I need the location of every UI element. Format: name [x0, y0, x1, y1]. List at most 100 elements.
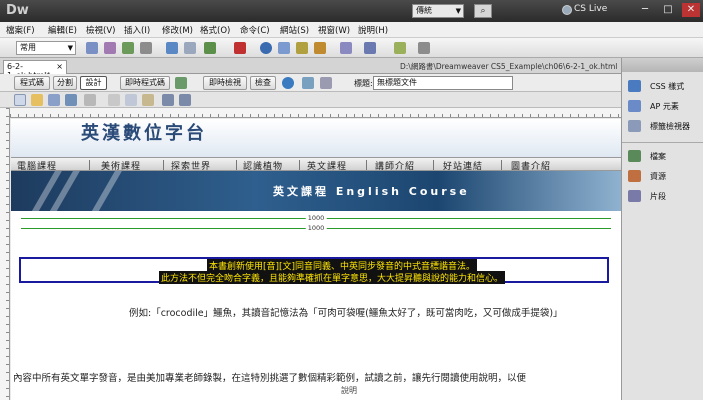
chevron-down-icon: ▼	[67, 44, 73, 52]
right-panel-dock: CSS 樣式 AP 元素 標籤檢視器 檔案 資源 片段	[621, 58, 703, 400]
design-canvas[interactable]: 英漢數位字台 電腦課程 美術課程 探索世界 認識植物 英文課程 講師介紹 好站連…	[11, 119, 621, 400]
save-all-icon[interactable]	[65, 94, 77, 106]
panel-label: 資源	[650, 172, 666, 181]
browser-preview-icon[interactable]	[282, 77, 294, 89]
server-side-include-icon[interactable]	[278, 42, 290, 54]
snippets-icon	[628, 190, 641, 202]
file-management-icon[interactable]	[175, 77, 187, 89]
example-text[interactable]: 例如:「crocodile」鱷魚，其讀音記憶法為「可肉可袋喔(鱷魚太好了，既可當…	[129, 305, 563, 319]
selected-text-block[interactable]: 本書創新使用[音][文]同音同義、中英同步發音的中式音標諧音法。 此方法不但完全…	[19, 257, 609, 284]
menu-help[interactable]: 說明(H)	[358, 24, 388, 36]
body-paragraph[interactable]: 內容中所有英文單字發音，是由美加專業老師錄製，在這特別挑選了數個精彩範例，試讀之…	[13, 370, 526, 384]
panel-assets[interactable]: 資源	[626, 168, 702, 184]
nav-separator	[501, 160, 502, 170]
paste-icon[interactable]	[142, 94, 154, 106]
menu-edit[interactable]: 編輯(E)	[48, 24, 77, 36]
split-view-button[interactable]: 分割	[53, 76, 77, 90]
panel-label: CSS 樣式	[650, 82, 685, 91]
email-link-icon[interactable]	[104, 42, 116, 54]
script-icon[interactable]	[340, 42, 352, 54]
title-input[interactable]: 無標題文件	[373, 76, 513, 90]
course-banner: 英文課程 English Course	[11, 171, 621, 211]
design-view-button[interactable]: 設計	[80, 76, 107, 90]
files-icon	[628, 150, 641, 162]
visual-aids-icon[interactable]	[320, 77, 332, 89]
open-folder-icon[interactable]	[31, 94, 43, 106]
close-button[interactable]: ✕	[682, 3, 700, 17]
panel-dock-header[interactable]	[622, 58, 703, 72]
tag-inspector-icon	[628, 120, 641, 132]
cs-live-button[interactable]: CS Live	[574, 4, 607, 14]
horizontal-ruler	[10, 108, 621, 118]
search-icon[interactable]: ⌕	[474, 4, 492, 18]
insert-bar: 常用 ▼	[0, 38, 703, 58]
horizontal-rule-icon[interactable]	[140, 42, 152, 54]
hyperlink-icon[interactable]	[86, 42, 98, 54]
undo-icon[interactable]	[162, 94, 174, 106]
menu-insert[interactable]: 插入(I)	[124, 24, 150, 36]
nav-separator	[433, 160, 434, 170]
bottom-label: 說明	[341, 386, 357, 395]
insert-div-icon[interactable]	[184, 42, 196, 54]
image-icon[interactable]	[204, 42, 216, 54]
tag-chooser-icon[interactable]	[394, 42, 406, 54]
code-view-button[interactable]: 程式碼	[14, 76, 50, 90]
media-icon[interactable]	[234, 42, 246, 54]
panel-label: AP 元素	[650, 102, 679, 111]
maximize-button[interactable]: □	[659, 3, 677, 17]
workspace-select[interactable]: 傳統 ▼	[412, 4, 464, 18]
assets-icon	[628, 170, 641, 182]
dreamweaver-logo: Dw	[6, 3, 29, 18]
app-title-bar: Dw 傳統 ▼ ⌕ CS Live ─ □ ✕	[0, 0, 703, 22]
nav-separator	[366, 160, 367, 170]
menu-file[interactable]: 檔案(F)	[6, 24, 35, 36]
menu-bar: 檔案(F) 編輯(E) 檢視(V) 插入(I) 修改(M) 格式(O) 命令(C…	[0, 22, 703, 38]
named-anchor-icon[interactable]	[122, 42, 134, 54]
panel-tag-inspector[interactable]: 標籤檢視器	[626, 118, 702, 134]
close-icon[interactable]: ×	[56, 62, 63, 71]
comment-icon[interactable]	[296, 42, 308, 54]
menu-window[interactable]: 視窗(W)	[318, 24, 350, 36]
panel-ap-elements[interactable]: AP 元素	[626, 98, 702, 114]
menu-site[interactable]: 網站(S)	[280, 24, 309, 36]
document-tab[interactable]: 6-2-1_ok.html* ×	[3, 60, 67, 80]
panel-snippets[interactable]: 片段	[626, 188, 702, 204]
redo-icon[interactable]	[179, 94, 191, 106]
banner-streak	[83, 171, 125, 211]
table-width-value: 1000	[305, 214, 327, 222]
panel-label: 片段	[650, 192, 666, 201]
insert-category-select[interactable]: 常用 ▼	[16, 41, 76, 55]
new-file-icon[interactable]	[14, 94, 26, 106]
save-icon[interactable]	[48, 94, 60, 106]
copy-icon[interactable]	[125, 94, 137, 106]
menu-command[interactable]: 命令(C)	[240, 24, 270, 36]
live-view-button[interactable]: 即時檢視	[203, 76, 247, 90]
cut-icon[interactable]	[108, 94, 120, 106]
table-icon[interactable]	[166, 42, 178, 54]
document-toolbar: 程式碼 分割 設計 即時程式碼 即時檢視 檢查 標題: 無標題文件	[0, 74, 621, 92]
cs-live-icon[interactable]	[562, 5, 572, 15]
panel-css-styles[interactable]: CSS 樣式	[626, 78, 702, 94]
minimize-button[interactable]: ─	[636, 3, 654, 17]
inspect-button[interactable]: 檢查	[250, 76, 276, 90]
vertical-ruler	[0, 108, 10, 400]
live-code-button[interactable]: 即時程式碼	[120, 76, 170, 90]
menu-format[interactable]: 格式(O)	[200, 24, 230, 36]
nav-separator	[236, 160, 237, 170]
selected-text-line[interactable]: 此方法不但完全吻合字義，且能夠準確抓在單字意思，大大提昇聽與說的能力和信心。	[159, 271, 506, 284]
date-icon[interactable]	[260, 42, 272, 54]
menu-modify[interactable]: 修改(M)	[162, 24, 193, 36]
panel-files[interactable]: 檔案	[626, 148, 702, 164]
table-width-value: 1000	[305, 224, 327, 232]
widget-icon[interactable]	[418, 42, 430, 54]
panel-label: 檔案	[650, 152, 666, 161]
panel-label: 標籤檢視器	[650, 122, 690, 131]
head-icon[interactable]	[314, 42, 326, 54]
print-icon[interactable]	[84, 94, 96, 106]
templates-icon[interactable]	[364, 42, 376, 54]
workspace-value: 傳統	[416, 6, 432, 15]
chevron-down-icon: ▼	[455, 7, 461, 15]
menu-view[interactable]: 檢視(V)	[86, 24, 115, 36]
refresh-icon[interactable]	[302, 77, 314, 89]
course-banner-title: 英文課程 English Course	[273, 185, 470, 198]
